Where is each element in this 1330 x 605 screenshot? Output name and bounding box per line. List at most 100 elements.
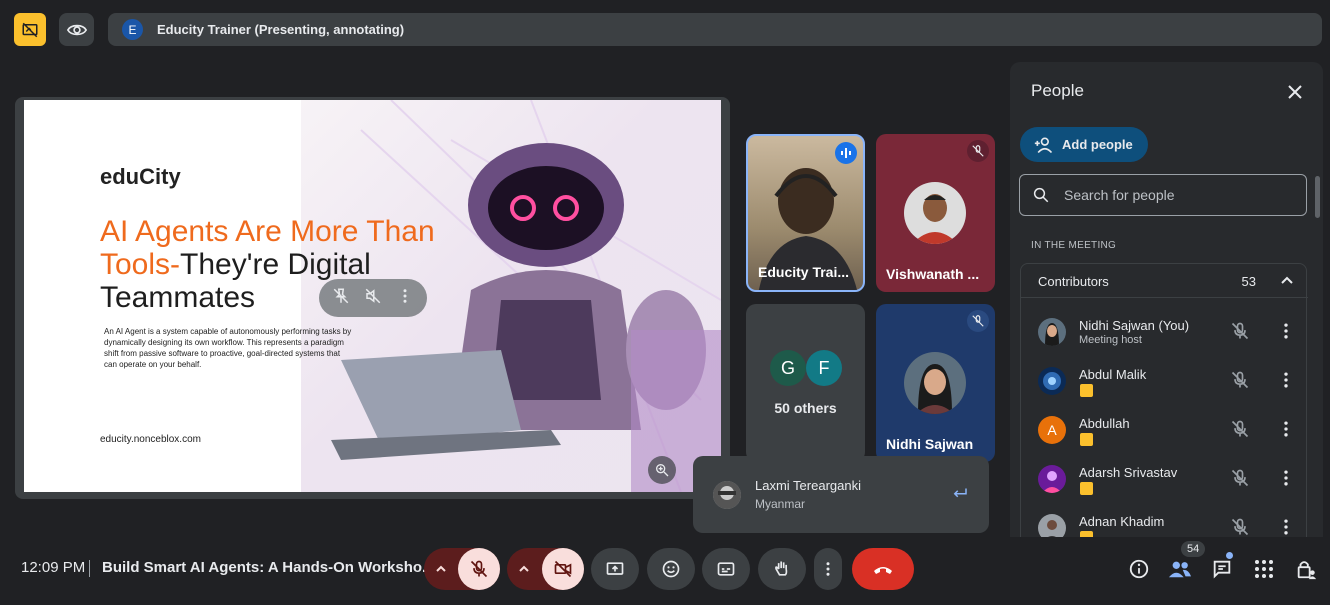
- participant-tile[interactable]: Vishwanath ...: [876, 134, 995, 292]
- info-icon: [1129, 559, 1149, 579]
- section-label: IN THE MEETING: [1031, 240, 1117, 251]
- avatar: [1038, 318, 1066, 346]
- avatar: [713, 481, 741, 509]
- chat-icon: [1213, 560, 1231, 579]
- audio-options-button[interactable]: [424, 548, 458, 590]
- chevron-up-icon: [436, 565, 446, 572]
- mic-control-group: [424, 548, 500, 590]
- hand-icon: [775, 561, 788, 576]
- toggle-camera-button[interactable]: [542, 548, 584, 590]
- avatar: [1038, 514, 1066, 537]
- search-input[interactable]: [1064, 187, 1284, 203]
- presenter-avatar: E: [122, 19, 143, 40]
- contributors-header[interactable]: Contributors 53: [1021, 264, 1308, 298]
- slide-overlay-controls: [319, 279, 427, 317]
- muted-mic-icon: [1230, 370, 1250, 395]
- meeting-clock: 12:09 PM: [21, 559, 86, 576]
- avatar: [1038, 465, 1066, 493]
- notification-name: Laxmi Terearganki: [755, 478, 861, 493]
- more-options-icon[interactable]: [1276, 370, 1296, 395]
- list-item[interactable]: Adarsh Srivastav: [1021, 462, 1308, 511]
- panel-title: People: [1031, 81, 1084, 100]
- meeting-details-button[interactable]: [1126, 556, 1152, 582]
- activities-button[interactable]: [1251, 556, 1277, 582]
- chat-button[interactable]: [1209, 556, 1235, 582]
- participant-tile[interactable]: Nidhi Sajwan: [876, 304, 995, 462]
- view-toggle-button[interactable]: [59, 13, 94, 46]
- list-item[interactable]: Adnan Khadim: [1021, 511, 1308, 537]
- annotation-badge-icon: [1080, 531, 1093, 537]
- reactions-button[interactable]: [647, 548, 695, 590]
- join-notification: Laxmi Terearganki Myanmar: [693, 456, 989, 533]
- search-field[interactable]: [1019, 174, 1307, 216]
- end-call-icon: [874, 567, 892, 574]
- chevron-up-icon: [519, 565, 529, 572]
- present-screen-button[interactable]: [591, 548, 639, 590]
- participant-name: Educity Trai...: [758, 264, 850, 280]
- more-options-icon[interactable]: [1276, 468, 1296, 493]
- toggle-mic-button[interactable]: [458, 548, 500, 590]
- stop-annotating-button[interactable]: [14, 13, 46, 46]
- camera-control-group: [507, 548, 584, 590]
- mute-tile-icon[interactable]: [364, 287, 382, 310]
- list-item[interactable]: Nidhi Sajwan (You) Meeting host: [1021, 315, 1308, 364]
- emoji-icon: [662, 560, 680, 578]
- panel-scrollbar[interactable]: [1315, 176, 1320, 218]
- close-icon: [1288, 85, 1302, 99]
- speaking-indicator-icon: [835, 142, 857, 164]
- add-people-label: Add people: [1062, 137, 1133, 152]
- more-options-icon[interactable]: [1276, 419, 1296, 444]
- slide-body: An AI Agent is a system capable of auton…: [104, 327, 352, 369]
- others-tile[interactable]: G F 50 others: [746, 304, 865, 462]
- avatar: A: [1038, 416, 1066, 444]
- annotation-off-icon: [22, 22, 38, 37]
- others-count-label: 50 others: [774, 400, 837, 416]
- camera-off-icon: [554, 560, 572, 578]
- chevron-up-icon[interactable]: [1280, 273, 1294, 292]
- contributors-count: 53: [1241, 274, 1256, 289]
- annotation-badge-icon: [1080, 384, 1093, 397]
- people-icon: [1168, 561, 1192, 578]
- people-count-badge: 54: [1181, 541, 1206, 557]
- mic-off-icon: [470, 560, 488, 578]
- add-people-button[interactable]: Add people: [1020, 127, 1148, 162]
- add-person-icon: [1034, 137, 1053, 153]
- raise-hand-button[interactable]: [758, 548, 806, 590]
- close-panel-button[interactable]: [1283, 80, 1307, 104]
- more-options-icon[interactable]: [396, 287, 414, 310]
- list-item[interactable]: A Abdullah: [1021, 413, 1308, 462]
- muted-mic-icon: [1230, 419, 1250, 444]
- return-icon[interactable]: [951, 484, 969, 507]
- participant-tile[interactable]: Educity Trai...: [746, 134, 865, 292]
- person-name: Adnan Khadim: [1079, 514, 1165, 529]
- avatar: [904, 352, 966, 414]
- captions-button[interactable]: [702, 548, 750, 590]
- person-name: Abdul Malik: [1079, 367, 1147, 382]
- avatar: G: [770, 350, 806, 386]
- divider: [89, 560, 90, 577]
- unpin-icon[interactable]: [332, 287, 350, 310]
- person-name: Adarsh Srivastav: [1079, 465, 1178, 480]
- people-button[interactable]: [1167, 556, 1193, 582]
- list-item[interactable]: Abdul Malik: [1021, 364, 1308, 413]
- slide-url: educity.nonceblox.com: [100, 434, 201, 445]
- leave-call-button[interactable]: [852, 548, 914, 590]
- more-options-icon[interactable]: [1276, 517, 1296, 537]
- avatar: [1038, 367, 1066, 395]
- present-icon: [606, 562, 624, 575]
- video-options-button[interactable]: [507, 548, 541, 590]
- apps-grid-icon: [1255, 560, 1273, 578]
- educity-logo: eduCity: [100, 164, 181, 189]
- person-name: Nidhi Sajwan (You): [1079, 318, 1190, 333]
- host-controls-button[interactable]: [1293, 556, 1319, 582]
- muted-mic-icon: [967, 310, 989, 332]
- zoom-button[interactable]: [648, 456, 676, 484]
- more-options-icon[interactable]: [1276, 321, 1296, 346]
- contributors-title: Contributors: [1038, 274, 1109, 289]
- notification-country: Myanmar: [755, 497, 806, 511]
- contributors-group: Contributors 53 Nidhi Sajwan (You) Meeti…: [1020, 263, 1308, 537]
- presenting-bar: E Educity Trainer (Presenting, annotatin…: [108, 13, 1322, 46]
- participant-name: Nidhi Sajwan: [886, 436, 974, 452]
- more-options-button[interactable]: [814, 548, 842, 590]
- person-role: Meeting host: [1079, 334, 1142, 346]
